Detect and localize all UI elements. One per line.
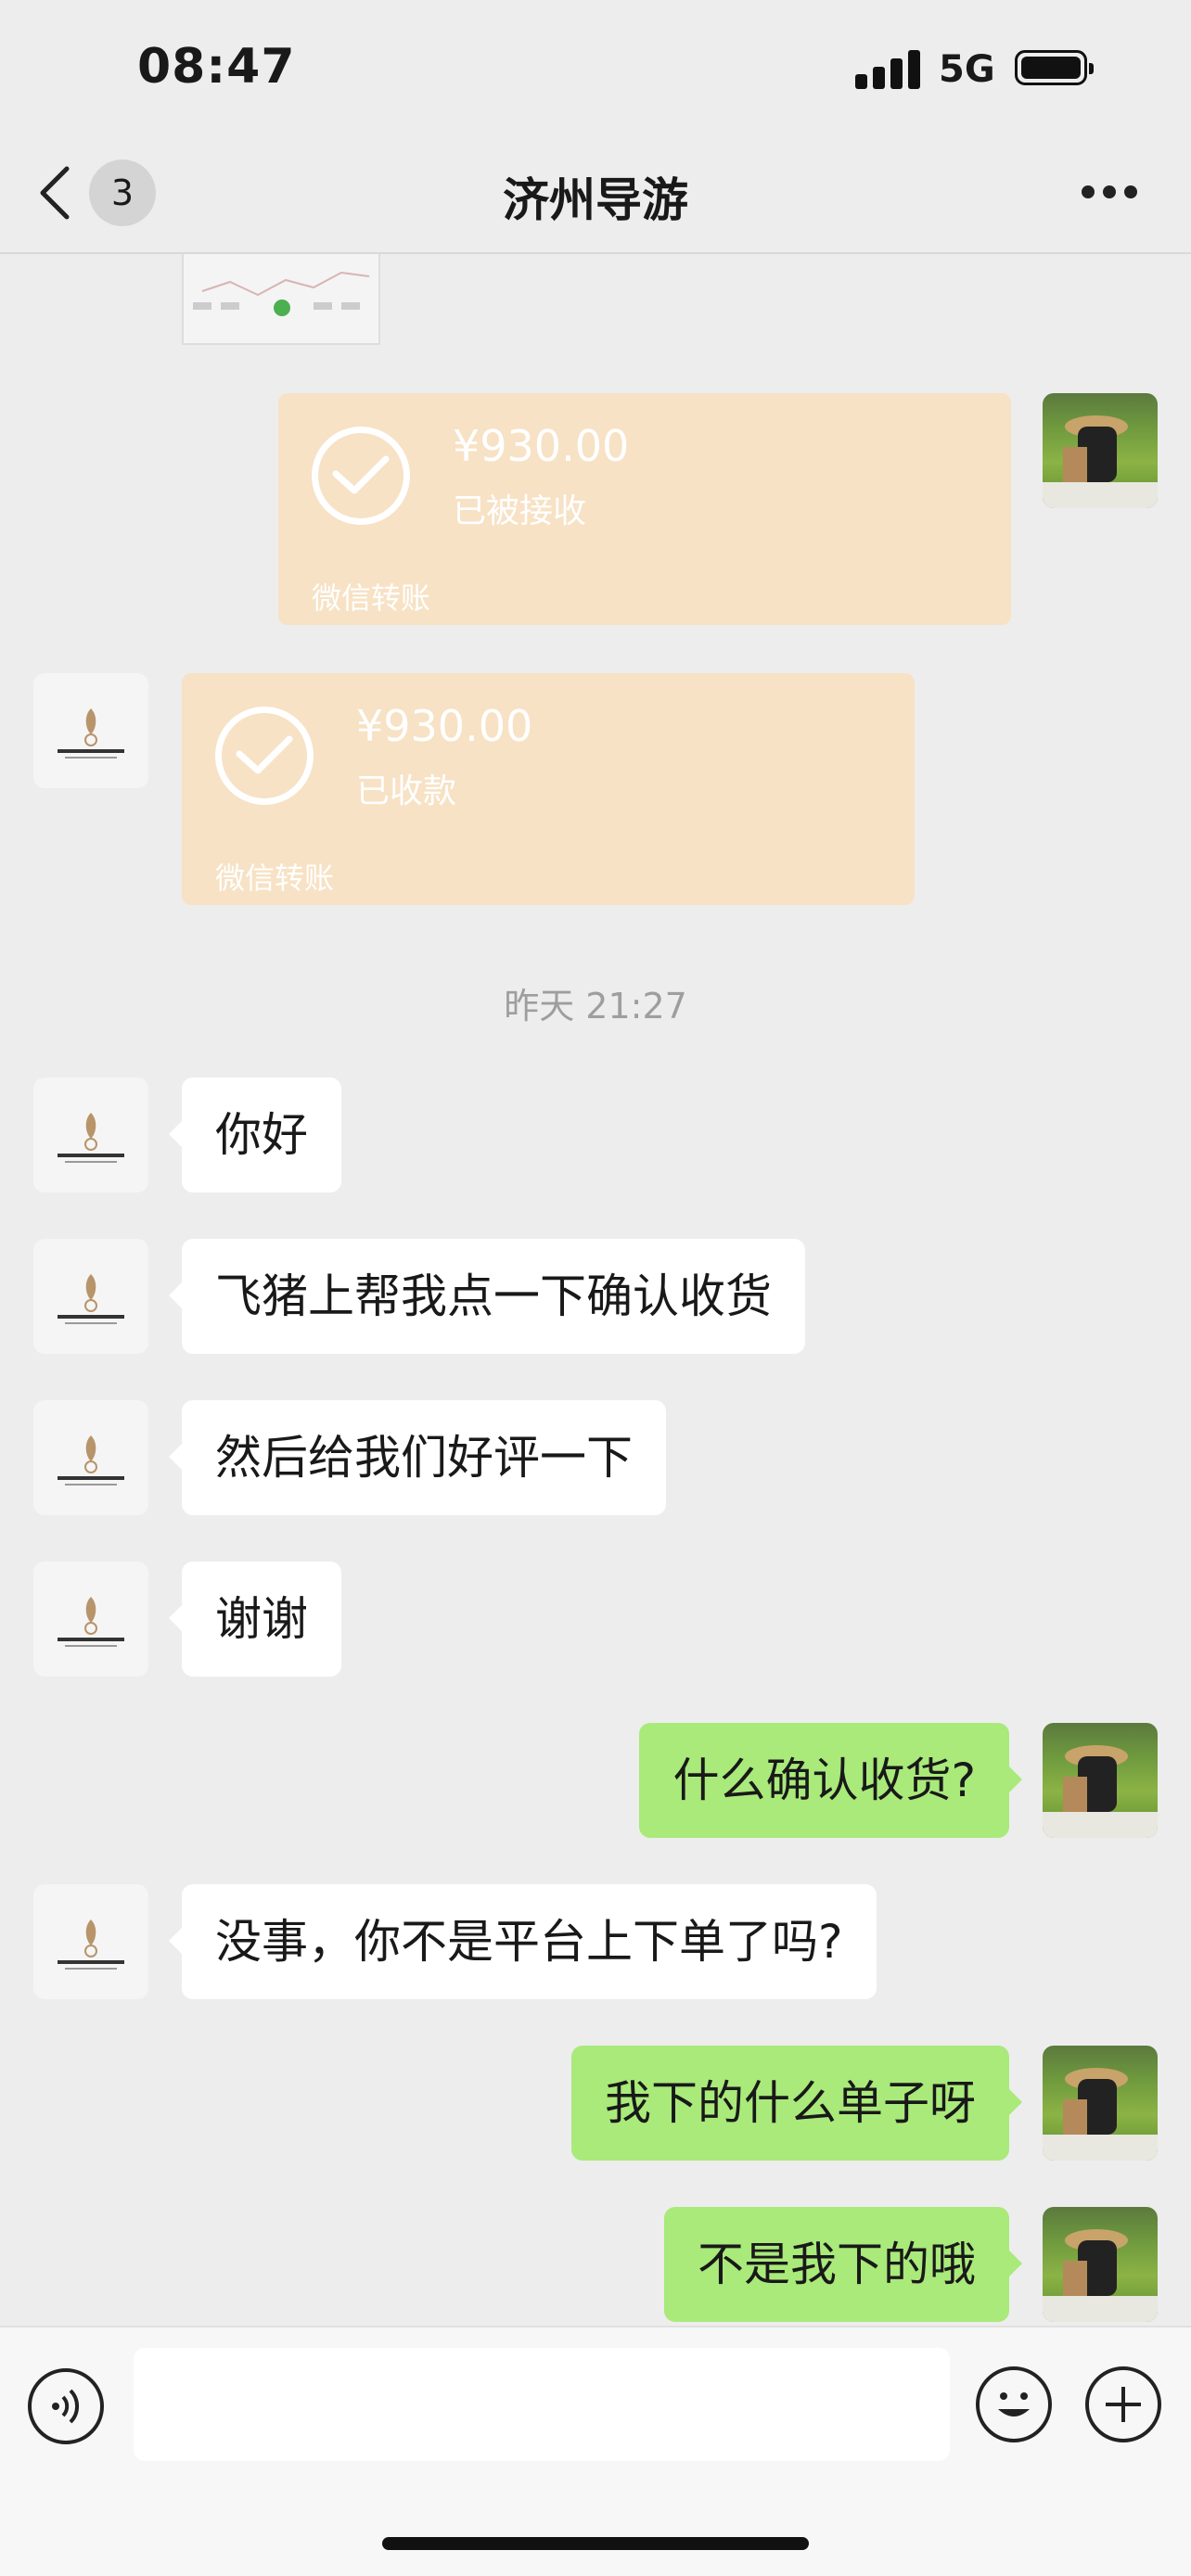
network-type: 5G [939,48,995,91]
message-bubble-incoming[interactable]: 谢谢 [169,1562,341,1677]
transfer-amount: ¥930.00 [356,701,533,751]
contact-avatar[interactable] [33,673,148,788]
message-bubble-outgoing[interactable]: 不是我下的哦 [664,2207,1022,2322]
check-circle-icon [312,427,410,525]
voice-icon[interactable] [28,2368,104,2444]
nav-divider [0,252,1191,254]
ellipsis-icon[interactable] [1082,185,1137,200]
image-message[interactable] [182,254,380,345]
emoji-icon[interactable] [976,2366,1052,2442]
plus-icon[interactable] [1085,2366,1161,2442]
image-thumbnail [193,271,370,316]
chat-timestamp: 昨天 21:27 [504,986,687,1027]
message-bubble-incoming[interactable]: 飞猪上帮我点一下确认收货 [169,1239,805,1354]
contact-avatar[interactable] [33,1400,148,1515]
message-bubble-outgoing[interactable]: 我下的什么单子呀 [571,2046,1022,2161]
message-bubble-outgoing[interactable]: 什么确认收货? [639,1723,1022,1838]
user-avatar[interactable] [1043,393,1158,508]
contact-avatar[interactable] [33,1562,148,1677]
user-avatar[interactable] [1043,2207,1158,2322]
contact-avatar[interactable] [33,1884,148,1999]
transfer-card-incoming[interactable]: ¥930.00 已收款 微信转账 [182,673,915,905]
home-indicator[interactable] [382,2537,809,2550]
user-avatar[interactable] [1043,1723,1158,1838]
cellular-signal-icon [855,48,920,89]
contact-avatar[interactable] [33,1078,148,1192]
transfer-label: 微信转账 [215,861,335,896]
check-circle-icon [215,707,314,805]
battery-icon [1015,50,1094,85]
transfer-card-outgoing[interactable]: ¥930.00 已被接收 微信转账 [278,393,1011,625]
transfer-status: 已收款 [356,772,457,810]
status-time: 08:47 [137,39,296,95]
user-avatar[interactable] [1043,2046,1158,2161]
chat-title: 济州导游 [503,173,688,227]
transfer-status: 已被接收 [453,492,587,530]
contact-avatar[interactable] [33,1239,148,1354]
message-bubble-incoming[interactable]: 然后给我们好评一下 [169,1400,666,1515]
transfer-label: 微信转账 [312,580,431,616]
message-bubble-incoming[interactable]: 你好 [169,1078,341,1192]
transfer-amount: ¥930.00 [453,421,630,471]
message-input[interactable] [134,2348,950,2461]
message-bubble-incoming[interactable]: 没事，你不是平台上下单了吗? [169,1884,877,1999]
